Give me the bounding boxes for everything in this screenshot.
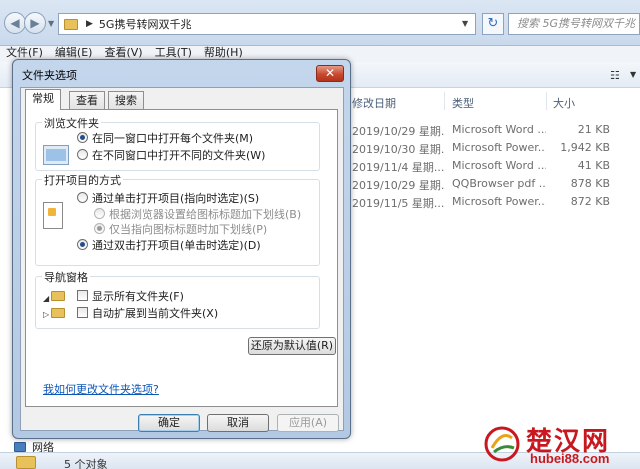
tab-view[interactable]: 查看: [69, 91, 105, 109]
radio-underline-browser[interactable]: [94, 208, 105, 219]
folder-icon: [51, 291, 65, 301]
radio-single-click[interactable]: [77, 192, 88, 203]
file-size: 878 KB: [570, 177, 610, 190]
radio-label[interactable]: 仅当指向图标标题时加下划线(P): [109, 221, 267, 237]
folder-icon: [51, 308, 65, 318]
file-size: 1,942 KB: [560, 141, 610, 154]
file-modified: 2019/11/5 星期...: [352, 197, 444, 210]
group-navigation-pane: 导航窗格 ◢ ▷ 显示所有文件夹(F) 自动扩展到当前文件夹(X): [35, 269, 320, 329]
folder-icon: [64, 18, 78, 30]
back-button[interactable]: ◀: [4, 12, 26, 34]
radio-double-click[interactable]: [77, 239, 88, 250]
radio-same-window[interactable]: [77, 132, 88, 143]
watermark: 楚汉网 hubei88.com: [482, 418, 640, 469]
watermark-logo-icon: [484, 426, 520, 462]
file-modified: 2019/10/30 星期...: [352, 143, 444, 156]
checkbox-label[interactable]: 自动扩展到当前文件夹(X): [92, 305, 218, 321]
click-illustration-icon: [43, 202, 63, 229]
file-type: Microsoft Word ...: [452, 123, 546, 136]
checkbox-label[interactable]: 显示所有文件夹(F): [92, 288, 184, 304]
chevron-right-icon[interactable]: ▶: [86, 19, 93, 29]
change-view-icon[interactable]: ☷: [610, 69, 620, 82]
radio-label[interactable]: 通过单击打开项目(指向时选定)(S): [92, 190, 259, 206]
radio-new-window[interactable]: [77, 149, 88, 160]
radio-label[interactable]: 根据浏览器设置给图标标题加下划线(B): [109, 206, 301, 222]
column-header-type[interactable]: 类型: [452, 95, 474, 111]
file-modified: 2019/10/29 星期...: [352, 125, 444, 138]
file-type: QQBrowser pdf ...: [452, 177, 546, 190]
radio-underline-point[interactable]: [94, 223, 105, 234]
file-type: Microsoft Word ...: [452, 159, 546, 172]
close-button[interactable]: ✕: [316, 65, 344, 82]
ok-button[interactable]: 确定: [138, 414, 200, 432]
tab-search[interactable]: 搜索: [108, 91, 144, 109]
folder-options-dialog: 文件夹选项 ✕ 常规 查看 搜索 浏览文件夹 在同一窗口中打开每个文件夹(M) …: [12, 59, 351, 439]
chevron-down-icon[interactable]: ▼: [630, 70, 636, 79]
network-icon: [14, 442, 26, 452]
window-illustration-icon: [43, 145, 69, 165]
help-link[interactable]: 我如何更改文件夹选项?: [43, 381, 159, 397]
dialog-body: 常规 查看 搜索 浏览文件夹 在同一窗口中打开每个文件夹(M) 在不同窗口中打开…: [20, 87, 344, 432]
file-modified: 2019/10/29 星期...: [352, 179, 444, 192]
recent-pages-dropdown-icon[interactable]: ▼: [48, 19, 54, 28]
checkbox-show-all-folders[interactable]: [77, 290, 88, 301]
forward-button[interactable]: ▶: [24, 12, 46, 34]
group-click-items: 打开项目的方式 通过单击打开项目(指向时选定)(S) 根据浏览器设置给图标标题加…: [35, 172, 320, 266]
radio-label[interactable]: 在不同窗口中打开不同的文件夹(W): [92, 147, 265, 163]
tree-collapse-icon: ▷: [43, 310, 50, 319]
apply-button[interactable]: 应用(A): [277, 414, 339, 432]
group-browse-folders: 浏览文件夹 在同一窗口中打开每个文件夹(M) 在不同窗口中打开不同的文件夹(W): [35, 115, 320, 171]
column-divider[interactable]: [444, 92, 445, 110]
group-title: 浏览文件夹: [42, 115, 101, 131]
column-divider[interactable]: [546, 92, 547, 110]
file-size: 21 KB: [577, 123, 610, 136]
dialog-title: 文件夹选项: [22, 69, 77, 82]
file-type: Microsoft Power...: [452, 141, 546, 154]
tab-general[interactable]: 常规: [25, 89, 61, 110]
column-header-modified[interactable]: 修改日期: [352, 95, 396, 111]
tree-expand-icon: ◢: [43, 294, 50, 303]
status-item-count: 5 个对象: [64, 458, 108, 469]
watermark-url: hubei88.com: [530, 451, 610, 466]
address-path: 5G携号转网双千兆: [98, 18, 192, 31]
file-modified: 2019/11/4 星期...: [352, 161, 444, 174]
file-size: 41 KB: [577, 159, 610, 172]
address-dropdown-icon[interactable]: ▼: [462, 19, 468, 28]
address-bar[interactable]: ▶ 5G携号转网双千兆: [58, 13, 476, 35]
group-title: 打开项目的方式: [42, 172, 123, 188]
column-header-size[interactable]: 大小: [553, 95, 575, 111]
file-type: Microsoft Power...: [452, 195, 546, 208]
cancel-button[interactable]: 取消: [207, 414, 269, 432]
search-input[interactable]: 搜索 5G携号转网双千兆: [508, 13, 640, 35]
refresh-icon[interactable]: ↻: [482, 13, 504, 35]
tab-panel-general: 浏览文件夹 在同一窗口中打开每个文件夹(M) 在不同窗口中打开不同的文件夹(W)…: [25, 109, 338, 407]
radio-label[interactable]: 通过双击打开项目(单击时选定)(D): [92, 237, 261, 253]
explorer-topbar: ◀ ▶ ▼ ▶ 5G携号转网双千兆 ▼ ↻ 搜索 5G携号转网双千兆: [0, 0, 640, 46]
restore-defaults-button[interactable]: 还原为默认值(R): [248, 337, 336, 355]
checkbox-auto-expand[interactable]: [77, 307, 88, 318]
radio-label[interactable]: 在同一窗口中打开每个文件夹(M): [92, 130, 253, 146]
file-size: 872 KB: [570, 195, 610, 208]
group-title: 导航窗格: [42, 269, 90, 285]
folder-icon: [16, 456, 36, 469]
